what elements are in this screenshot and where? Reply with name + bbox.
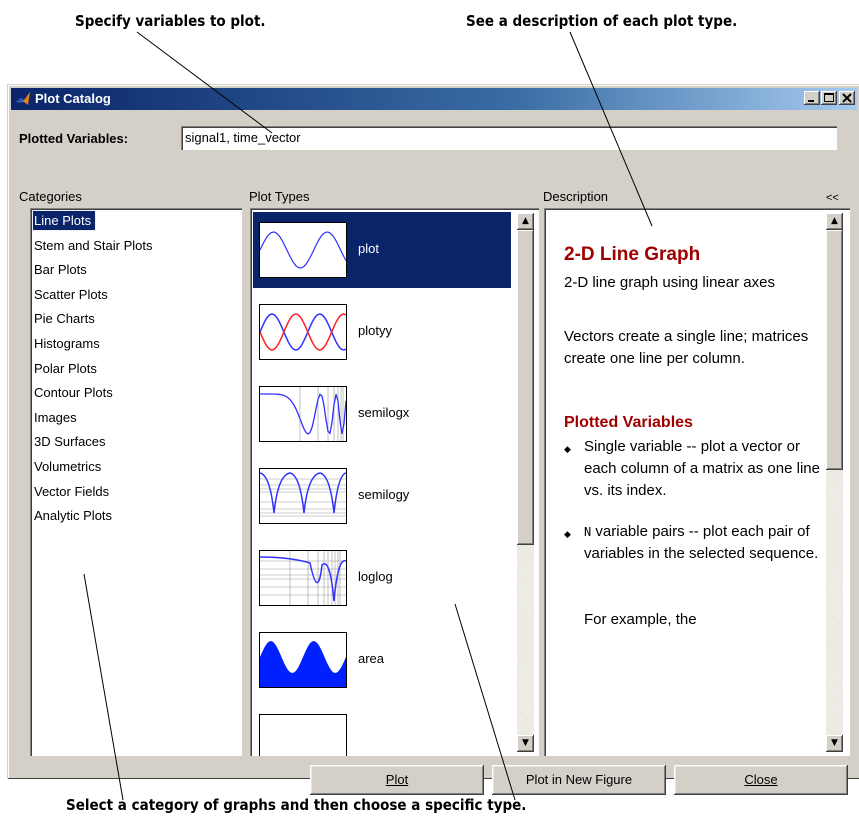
callout-line-categories <box>83 573 124 801</box>
callout-line-plot-types <box>454 603 516 801</box>
callout-lines <box>83 31 653 801</box>
callout-line-variables <box>136 31 273 134</box>
callout-line-description <box>569 31 653 227</box>
